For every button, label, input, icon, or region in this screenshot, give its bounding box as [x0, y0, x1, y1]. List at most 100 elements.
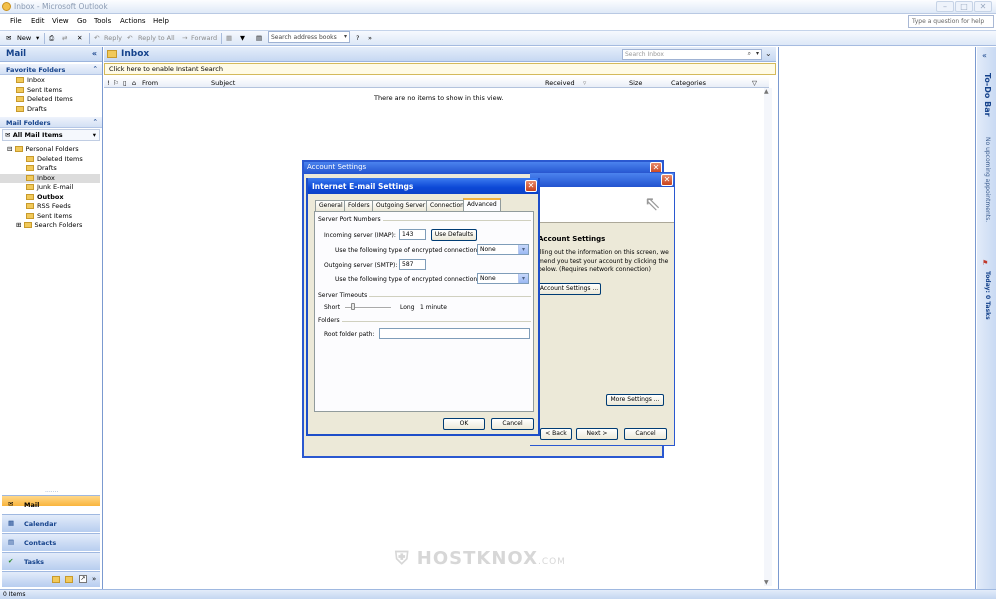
enable-instant-search-link[interactable]: Click here to enable Instant Search	[104, 63, 776, 75]
tab-general[interactable]: General	[315, 200, 347, 211]
tree-deleted-items[interactable]: Deleted Items	[7, 155, 100, 165]
all-mail-items-selector[interactable]: ✉ All Mail Items ▾	[2, 129, 100, 141]
message-list-scrollbar[interactable]: ▲ ▼	[764, 88, 772, 586]
scroll-up-icon[interactable]: ▲	[764, 88, 769, 95]
icon-column-icon[interactable]: ⚐	[113, 79, 119, 87]
folder-list-icon[interactable]	[65, 576, 73, 583]
importance-column-icon[interactable]: !	[107, 79, 110, 87]
tree-rss-feeds[interactable]: RSS Feeds	[7, 202, 100, 212]
search-icon[interactable]: ⌕	[748, 50, 751, 58]
tree-junk-email[interactable]: Junk E-mail	[7, 183, 100, 193]
forward-icon[interactable]: →	[182, 34, 187, 42]
collapse-icon[interactable]: «	[92, 49, 97, 58]
root-folder-path-input[interactable]	[379, 328, 530, 339]
column-size[interactable]: Size	[629, 79, 642, 87]
tree-inbox[interactable]: Inbox	[0, 173, 100, 183]
filter-icon[interactable]: ▼	[240, 34, 245, 42]
search-address-books-input[interactable]: Search address books ▾	[268, 31, 350, 43]
delete-icon[interactable]: ✕	[77, 34, 82, 42]
ok-button[interactable]: OK	[443, 418, 485, 430]
nav-button-calendar[interactable]: ▦ Calendar	[2, 514, 100, 532]
menu-view[interactable]: View	[52, 17, 69, 25]
collapse-section-icon[interactable]: ⌃	[93, 118, 98, 126]
tab-folders[interactable]: Folders	[344, 200, 374, 211]
help-icon[interactable]: ?	[356, 34, 359, 42]
tab-advanced[interactable]: Advanced	[463, 198, 501, 211]
expand-query-icon[interactable]: ⌄	[765, 49, 772, 58]
menu-tools[interactable]: Tools	[94, 17, 111, 25]
timeout-slider-thumb[interactable]	[351, 303, 355, 310]
tree-drafts[interactable]: Drafts	[7, 164, 100, 174]
reply-button[interactable]: Reply	[104, 34, 122, 42]
filter-column-icon[interactable]: ▽	[752, 79, 757, 87]
print-icon[interactable]: ⎙	[49, 34, 54, 43]
outgoing-encryption-select[interactable]: None ▾	[477, 273, 529, 284]
column-received[interactable]: Received	[545, 79, 575, 87]
favorite-inbox[interactable]: Inbox	[16, 76, 73, 86]
close-button[interactable]: ✕	[974, 1, 992, 12]
tab-outgoing-server[interactable]: Outgoing Server	[372, 200, 430, 211]
wizard-close-button[interactable]: ✕	[661, 174, 673, 186]
attachment-column-icon[interactable]: ▯	[123, 79, 127, 87]
wizard-cancel-button[interactable]: Cancel	[624, 428, 667, 440]
menu-actions[interactable]: Actions	[120, 17, 146, 25]
collapse-section-icon[interactable]: ⌃	[93, 65, 98, 73]
new-button[interactable]: New	[17, 34, 31, 42]
move-icon[interactable]: ⇄	[62, 34, 67, 42]
tree-personal-folders[interactable]: ⊟ Personal Folders	[7, 145, 100, 155]
menu-file[interactable]: File	[10, 17, 22, 25]
reply-icon[interactable]: ↶	[94, 34, 99, 42]
incoming-port-input[interactable]: 143	[399, 229, 426, 240]
minimize-button[interactable]: –	[936, 1, 954, 12]
expand-tree-icon[interactable]: ⊞	[16, 221, 24, 229]
todo-bar[interactable]: « To-Do Bar No upcoming appointments. ⚑ …	[977, 47, 996, 589]
scroll-down-icon[interactable]: ▼	[764, 579, 769, 586]
reply-all-button[interactable]: Reply to All	[138, 34, 175, 42]
toolbar-options-icon[interactable]: »	[368, 34, 372, 42]
shortcuts-icon[interactable]: ↗	[79, 575, 87, 583]
nav-button-tasks[interactable]: ✔ Tasks	[2, 552, 100, 570]
column-subject[interactable]: Subject	[211, 79, 235, 87]
tree-sent-items[interactable]: Sent Items	[7, 212, 100, 222]
column-categories[interactable]: Categories	[671, 79, 706, 87]
favorite-drafts[interactable]: Drafts	[16, 105, 73, 115]
more-settings-button[interactable]: More Settings ...	[606, 394, 664, 406]
next-button[interactable]: Next >	[576, 428, 618, 440]
tree-search-folders[interactable]: ⊞ Search Folders	[7, 221, 100, 231]
ask-question-input[interactable]: Type a question for help	[908, 15, 994, 28]
menu-help[interactable]: Help	[153, 17, 169, 25]
email-settings-cancel-button[interactable]: Cancel	[491, 418, 534, 430]
collapse-tree-icon[interactable]: ⊟	[7, 145, 15, 153]
favorite-sent-items[interactable]: Sent Items	[16, 86, 73, 96]
configure-buttons-icon[interactable]: »	[92, 575, 96, 583]
email-settings-close-button[interactable]: ✕	[525, 180, 537, 192]
tree-outbox[interactable]: Outbox	[7, 193, 100, 203]
flag-status-column-icon[interactable]: ⌂	[132, 79, 136, 87]
maximize-button[interactable]: □	[955, 1, 973, 12]
outgoing-server-label: Outgoing server (SMTP):	[324, 262, 398, 269]
favorite-deleted-items[interactable]: Deleted Items	[16, 95, 73, 105]
favorite-folders-header[interactable]: Favorite Folders ⌃	[0, 64, 102, 75]
forward-button[interactable]: Forward	[191, 34, 217, 42]
address-book-icon[interactable]: ▤	[256, 34, 262, 42]
new-dropdown-icon[interactable]: ▾	[36, 34, 39, 42]
menu-go[interactable]: Go	[77, 17, 87, 25]
test-account-settings-button[interactable]: Account Settings ...	[537, 283, 601, 295]
use-defaults-button[interactable]: Use Defaults	[431, 229, 477, 241]
new-icon[interactable]: ✉	[6, 34, 11, 42]
expand-todo-icon[interactable]: «	[982, 51, 987, 60]
nav-button-mail[interactable]: ✉ Mail	[2, 495, 100, 509]
mail-folders-header[interactable]: Mail Folders ⌃	[0, 117, 102, 128]
tab-connection[interactable]: Connection	[426, 200, 468, 211]
notes-icon[interactable]	[52, 576, 60, 583]
search-inbox-input[interactable]: Search Inbox ⌕ ▾	[622, 49, 762, 60]
back-button[interactable]: < Back	[540, 428, 572, 440]
incoming-encryption-select[interactable]: None ▾	[477, 244, 529, 255]
column-from[interactable]: From	[142, 79, 158, 87]
chevron-down-icon[interactable]: ▾	[756, 50, 759, 57]
outgoing-port-input[interactable]: 587	[399, 259, 426, 270]
menu-edit[interactable]: Edit	[31, 17, 45, 25]
nav-button-contacts[interactable]: ▤ Contacts	[2, 533, 100, 551]
reply-all-icon[interactable]: ↶	[127, 34, 132, 42]
categorize-icon[interactable]: ▦	[226, 34, 232, 42]
